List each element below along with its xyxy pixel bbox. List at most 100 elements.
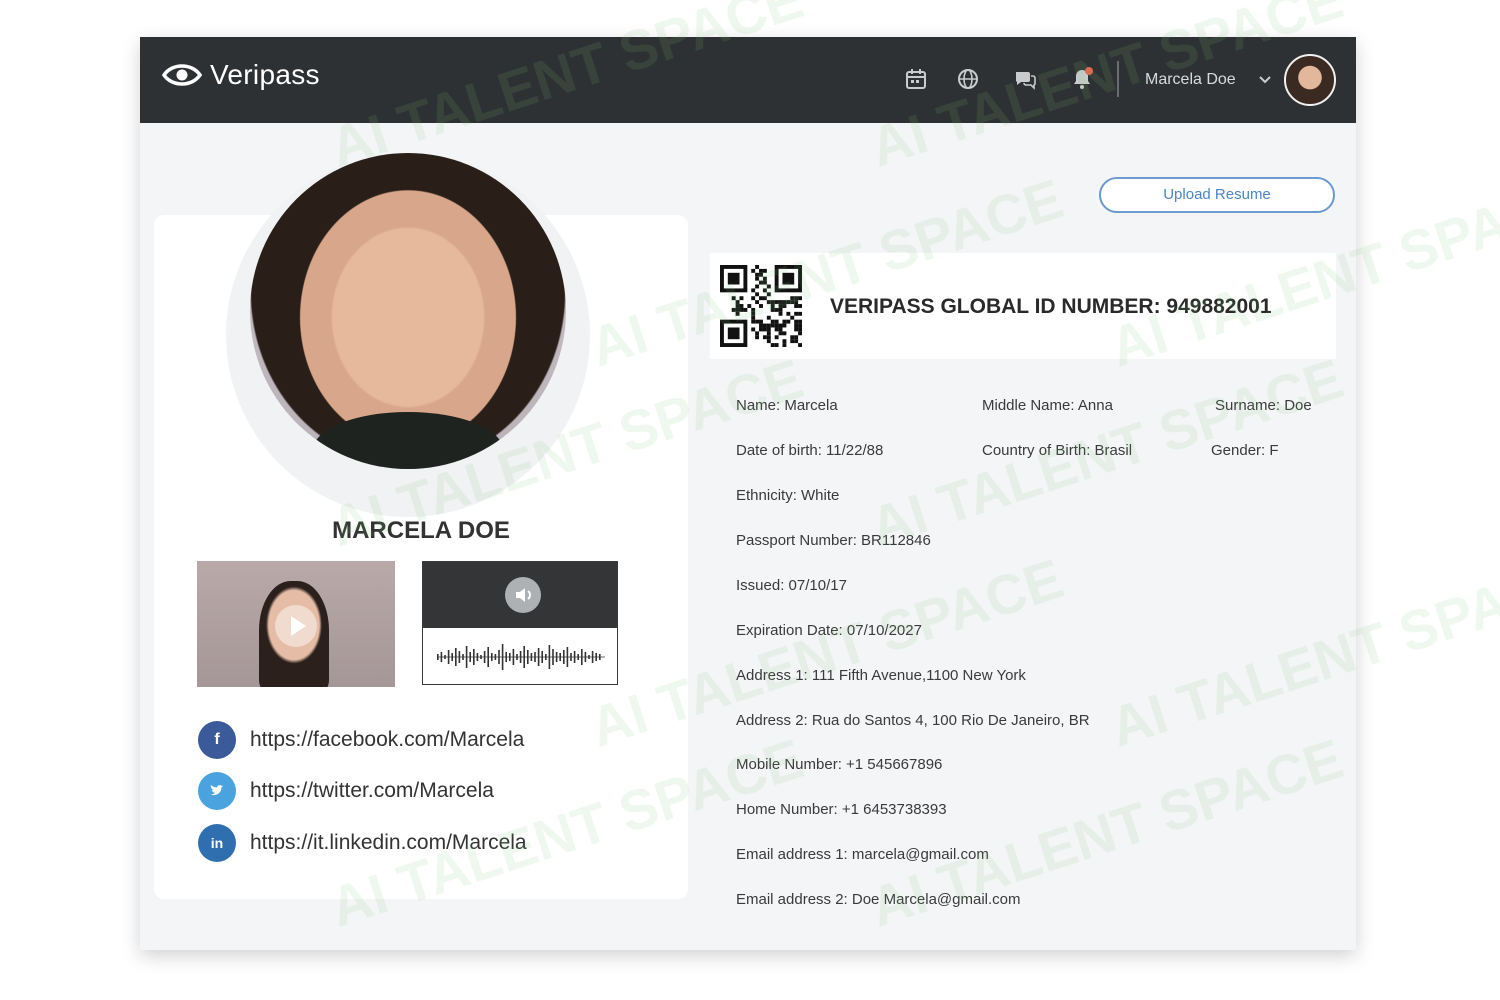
qr-module bbox=[762, 335, 767, 340]
qr-module bbox=[794, 319, 799, 324]
chat-icon[interactable] bbox=[1013, 67, 1037, 91]
qr-module bbox=[798, 319, 802, 324]
qr-module bbox=[755, 276, 760, 281]
bell-icon[interactable] bbox=[1070, 67, 1094, 91]
social-link-twitter[interactable]: https://twitter.com/Marcela bbox=[198, 772, 494, 810]
qr-module bbox=[770, 323, 775, 328]
qr-module bbox=[735, 300, 740, 305]
global-id-card: VERIPASS GLOBAL ID NUMBER: 949882001 bbox=[710, 253, 1336, 359]
qr-module bbox=[751, 327, 756, 332]
audio-waveform bbox=[437, 644, 605, 670]
qr-module bbox=[766, 339, 771, 344]
qr-module bbox=[770, 304, 775, 308]
qr-finder bbox=[782, 272, 795, 285]
notification-badge bbox=[1085, 67, 1093, 75]
user-name[interactable]: Marcela Doe bbox=[1145, 71, 1236, 89]
speaker-icon[interactable] bbox=[505, 577, 541, 613]
qr-module bbox=[731, 296, 736, 301]
qr-module bbox=[766, 335, 771, 340]
qr-module bbox=[735, 304, 740, 308]
qr-module bbox=[774, 327, 779, 332]
audio-player[interactable] bbox=[422, 561, 618, 685]
qr-module bbox=[786, 319, 791, 324]
qr-module bbox=[766, 323, 771, 328]
field-name: Name: Marcela bbox=[736, 397, 838, 414]
qr-module bbox=[755, 335, 760, 340]
qr-module bbox=[790, 296, 795, 301]
video-thumbnail[interactable] bbox=[197, 561, 395, 687]
qr-module bbox=[794, 300, 799, 305]
qr-module bbox=[770, 300, 775, 305]
play-icon[interactable] bbox=[275, 605, 317, 647]
twitter-url[interactable]: https://twitter.com/Marcela bbox=[250, 779, 494, 803]
user-avatar[interactable] bbox=[1284, 54, 1336, 106]
facebook-icon: f bbox=[198, 721, 236, 759]
qr-finder bbox=[727, 272, 740, 285]
qr-module bbox=[751, 296, 756, 301]
field-expiration-date: Expiration Date: 07/10/2027 bbox=[736, 622, 922, 639]
qr-module bbox=[759, 280, 763, 285]
upload-resume-button[interactable]: Upload Resume bbox=[1099, 177, 1335, 213]
qr-module bbox=[766, 315, 771, 320]
field-gender: Gender: F bbox=[1211, 442, 1279, 459]
field-address-1: Address 1: 111 Fifth Avenue,1100 New Yor… bbox=[736, 667, 1026, 684]
qr-module bbox=[790, 339, 795, 344]
field-home-number: Home Number: +1 6453738393 bbox=[736, 801, 947, 818]
qr-module bbox=[755, 331, 760, 336]
qr-module bbox=[770, 343, 775, 347]
field-issued: Issued: 07/10/17 bbox=[736, 577, 847, 594]
social-link-facebook[interactable]: f https://facebook.com/Marcela bbox=[198, 721, 524, 759]
qr-module bbox=[774, 307, 779, 312]
qr-module bbox=[739, 296, 744, 301]
qr-module bbox=[794, 296, 799, 301]
qr-module bbox=[794, 323, 799, 328]
qr-module bbox=[790, 335, 795, 340]
qr-module bbox=[755, 319, 760, 324]
facebook-url[interactable]: https://facebook.com/Marcela bbox=[250, 728, 524, 752]
qr-module bbox=[798, 304, 802, 308]
qr-module bbox=[735, 307, 740, 312]
field-date-of-birth: Date of birth: 11/22/88 bbox=[736, 442, 884, 459]
qr-module bbox=[782, 339, 787, 344]
qr-module bbox=[774, 335, 779, 340]
qr-module bbox=[786, 311, 791, 316]
qr-finder bbox=[727, 327, 740, 340]
audio-header bbox=[423, 562, 617, 628]
qr-module bbox=[778, 307, 783, 312]
field-passport-number: Passport Number: BR112846 bbox=[736, 532, 931, 549]
social-link-linkedin[interactable]: in https://it.linkedin.com/Marcela bbox=[198, 824, 527, 862]
globe-icon[interactable] bbox=[956, 67, 980, 91]
qr-module bbox=[762, 288, 767, 293]
header-divider bbox=[1117, 61, 1119, 97]
qr-module bbox=[782, 343, 787, 347]
qr-module bbox=[766, 300, 771, 305]
qr-module bbox=[770, 307, 775, 312]
field-ethnicity: Ethnicity: White bbox=[736, 487, 840, 504]
field-email-2: Email address 2: Doe Marcela@gmail.com bbox=[736, 891, 1021, 908]
qr-module bbox=[755, 292, 760, 297]
linkedin-url[interactable]: https://it.linkedin.com/Marcela bbox=[250, 831, 527, 855]
qr-module bbox=[759, 327, 763, 332]
app-window: Veripass Marcela Doe MARCELA DOE f https… bbox=[140, 37, 1356, 950]
qr-module bbox=[786, 300, 791, 305]
qr-module bbox=[778, 323, 783, 328]
qr-module bbox=[766, 292, 771, 297]
qr-module bbox=[798, 327, 802, 332]
field-address-2: Address 2: Rua do Santos 4, 100 Rio De J… bbox=[736, 712, 1090, 729]
qr-module bbox=[798, 331, 802, 336]
profile-name: MARCELA DOE bbox=[332, 517, 510, 544]
qr-module bbox=[755, 272, 760, 277]
qr-module bbox=[794, 311, 799, 316]
qr-module bbox=[762, 327, 767, 332]
qr-module bbox=[762, 296, 767, 301]
qr-module bbox=[731, 307, 736, 312]
qr-module bbox=[778, 304, 783, 308]
qr-module bbox=[782, 300, 787, 305]
chevron-down-icon[interactable] bbox=[1258, 73, 1272, 87]
qr-module bbox=[743, 307, 748, 312]
qr-module bbox=[778, 300, 783, 305]
qr-module bbox=[794, 327, 799, 332]
calendar-icon[interactable] bbox=[904, 67, 928, 91]
qr-module bbox=[766, 327, 771, 332]
brand-logo[interactable]: Veripass bbox=[162, 59, 320, 91]
